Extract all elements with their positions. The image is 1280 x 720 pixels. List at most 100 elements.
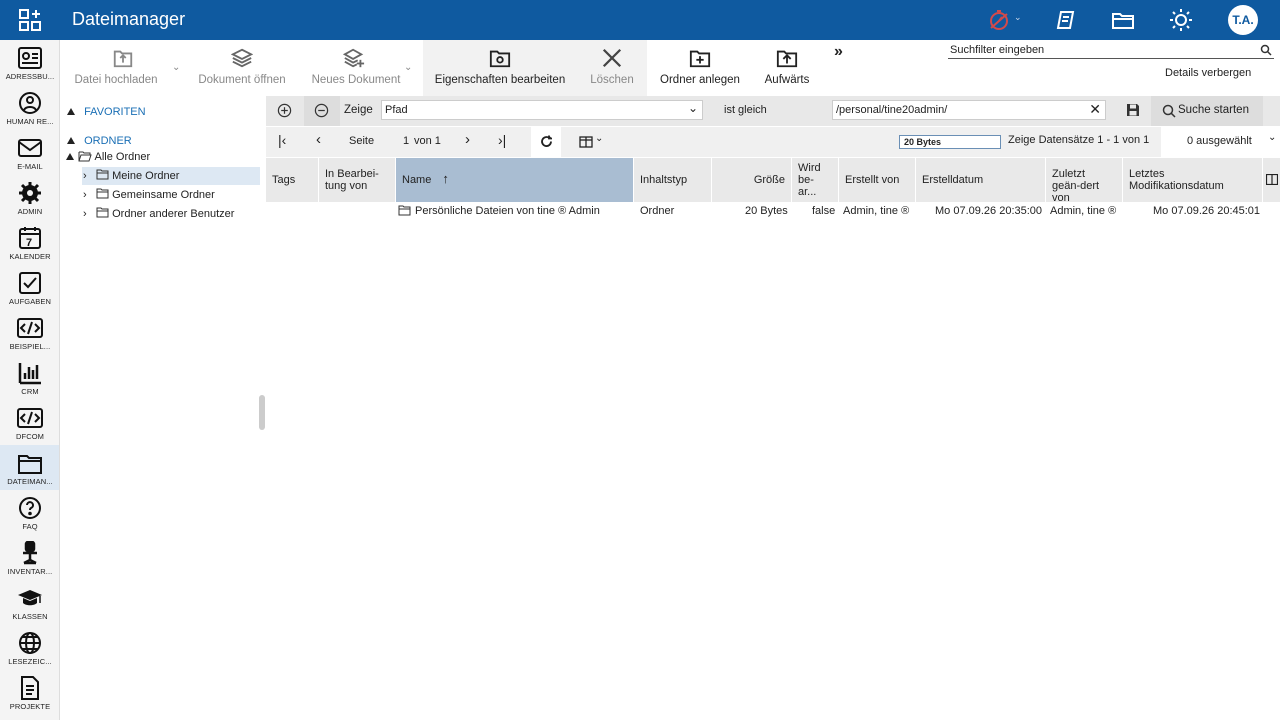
expand-triangle-icon[interactable] — [67, 108, 75, 115]
stopwatch-icon[interactable] — [987, 8, 1011, 32]
favorites-header[interactable]: FAVORITEN — [67, 103, 146, 121]
new-folder-button[interactable]: Ordner anlegen — [654, 40, 746, 96]
folder-settings-icon — [489, 50, 511, 68]
close-icon — [602, 48, 622, 68]
new-document-button[interactable]: Neues Dokument ⌄ — [306, 40, 416, 96]
last-page-icon[interactable]: ›| — [498, 132, 506, 148]
filter-value-input[interactable]: /personal/tine20admin/ ✕ — [832, 100, 1106, 120]
selection-dropdown[interactable]: 0 ausgewählt ⌄ — [1161, 127, 1280, 157]
nav-item-addressbook[interactable]: ADRESSBU... — [0, 40, 59, 85]
chevron-down-icon[interactable]: ⌄ — [1014, 12, 1022, 23]
first-page-icon[interactable]: |‹ — [278, 132, 286, 148]
col-header-type[interactable]: Inhaltstyp — [634, 158, 712, 202]
layers-plus-icon — [343, 48, 365, 68]
filter-operator[interactable]: ist gleich — [724, 104, 767, 116]
chevron-down-icon[interactable]: ⌄ — [595, 133, 603, 144]
tree-node-shared-folders[interactable]: › Gemeinsame Ordner — [82, 186, 215, 204]
col-header-being-edited[interactable]: Wird be-ar... — [792, 158, 839, 202]
nav-item-bookmarks[interactable]: LESEZEIC... — [0, 625, 59, 670]
save-filter-icon[interactable] — [1126, 103, 1140, 117]
prev-page-icon[interactable]: ‹ — [316, 131, 321, 148]
col-header-modified-by[interactable]: Zuletzt geän-dert von — [1046, 158, 1123, 202]
folder-icon — [96, 169, 109, 180]
chevron-right-icon[interactable]: › — [83, 205, 93, 223]
nav-label: ADMIN — [17, 207, 43, 216]
calendar-icon: 7 — [19, 227, 41, 249]
col-header-editing[interactable]: In Bearbei-tung von — [319, 158, 396, 202]
question-icon — [19, 497, 41, 519]
nav-item-classes[interactable]: KLASSEN — [0, 580, 59, 625]
book-icon[interactable] — [1055, 8, 1079, 32]
open-document-button[interactable]: Dokument öffnen — [190, 40, 294, 96]
col-header-created[interactable]: Erstelldatum — [916, 158, 1046, 202]
col-header-name[interactable]: Name ↑ — [396, 158, 634, 202]
chevron-right-icon[interactable]: › — [83, 186, 93, 204]
folder-icon — [96, 207, 109, 218]
up-button[interactable]: Aufwärts — [757, 40, 817, 96]
tree-node-my-folders[interactable]: › Meine Ordner — [82, 167, 260, 185]
document-icon — [21, 676, 39, 700]
folder-plus-icon — [689, 50, 711, 68]
tree-node-other-users[interactable]: › Ordner anderer Benutzer — [82, 205, 234, 223]
col-header-tags[interactable]: Tags — [266, 158, 319, 202]
folder-icon[interactable] — [1111, 8, 1135, 32]
remove-filter-button[interactable] — [304, 96, 340, 126]
more-icon[interactable]: » — [834, 43, 843, 61]
refresh-icon — [541, 135, 552, 147]
chevron-down-icon: ⌄ — [687, 101, 698, 115]
nav-item-filemanager[interactable]: DATEIMAN... — [0, 445, 59, 490]
search-icon[interactable] — [1260, 44, 1272, 56]
nav-label: DFCOM — [16, 432, 44, 441]
add-filter-icon[interactable] — [277, 103, 292, 118]
apps-grid-icon[interactable] — [18, 8, 42, 32]
table-row[interactable]: Persönliche Dateien von tine ® Admin Ord… — [266, 204, 1280, 222]
chevron-down-icon[interactable]: ⌄ — [172, 62, 180, 73]
nav-item-email[interactable]: E-MAIL — [0, 130, 59, 175]
nav-item-crm[interactable]: CRM — [0, 355, 59, 400]
nav-item-dfcom[interactable]: DFCOM — [0, 400, 59, 445]
start-search-button[interactable]: Suche starten — [1151, 96, 1263, 126]
nav-item-calendar[interactable]: 7 KALENDER — [0, 220, 59, 265]
nav-item-example[interactable]: BEISPIEL... — [0, 310, 59, 355]
cell-created-by: Admin, tine ® — [843, 205, 910, 217]
tree-node-label: Gemeinsame Ordner — [112, 189, 215, 201]
columns-icon[interactable] — [579, 136, 593, 148]
code-icon — [17, 408, 43, 428]
expand-triangle-icon[interactable] — [66, 153, 74, 160]
nav-item-faq[interactable]: FAQ — [0, 490, 59, 535]
sun-icon[interactable] — [1169, 8, 1193, 32]
filter-field-value: Pfad — [385, 104, 408, 116]
col-header-created-by[interactable]: Erstellt von — [839, 158, 916, 202]
cell-name: Persönliche Dateien von tine ® Admin — [415, 205, 600, 217]
tree-node-all-folders[interactable]: Alle Ordner — [66, 148, 150, 166]
page-input[interactable]: 1 — [403, 135, 409, 147]
upload-button[interactable]: Datei hochladen ⌄ — [66, 40, 184, 96]
chevron-right-icon[interactable]: › — [83, 167, 93, 185]
nav-item-projects[interactable]: PROJEKTE — [0, 670, 59, 715]
nav-item-tasks[interactable]: AUFGABEN — [0, 265, 59, 310]
clear-icon[interactable]: ✕ — [1089, 101, 1101, 118]
folder-icon — [398, 205, 411, 216]
nav-item-human-resources[interactable]: HUMAN RE... — [0, 85, 59, 130]
delete-button[interactable]: Löschen — [577, 40, 647, 96]
nav-item-inventory[interactable]: INVENTAR... — [0, 535, 59, 580]
panel-collapse-handle[interactable] — [259, 395, 265, 430]
user-avatar[interactable]: T.A. — [1228, 5, 1258, 35]
nav-label: AUFGABEN — [8, 297, 52, 306]
nav-item-admin[interactable]: ADMIN — [0, 175, 59, 220]
search-filter-input[interactable]: Suchfilter eingeben — [948, 43, 1274, 59]
cell-modified: Mo 07.09.26 20:45:01 — [1153, 205, 1261, 217]
edit-properties-button[interactable]: Eigenschaften bearbeiten — [423, 40, 577, 96]
tree-node-label: Alle Ordner — [94, 151, 151, 163]
filter-field-select[interactable]: Pfad ⌄ — [381, 100, 703, 120]
next-page-icon[interactable]: › — [465, 131, 470, 148]
col-header-size[interactable]: Größe — [712, 158, 792, 202]
expand-triangle-icon[interactable] — [67, 137, 75, 144]
upload-label: Datei hochladen — [74, 74, 158, 86]
column-chooser-icon[interactable] — [1266, 174, 1278, 185]
chevron-down-icon[interactable]: ⌄ — [404, 62, 412, 73]
col-header-modified[interactable]: Letztes Modifikationsdatum — [1123, 158, 1263, 202]
hide-details-button[interactable]: Details verbergen — [1165, 67, 1251, 79]
refresh-button[interactable] — [531, 127, 561, 157]
module-nav: ADRESSBU... HUMAN RE... E-MAIL ADMIN 7 K… — [0, 40, 60, 720]
